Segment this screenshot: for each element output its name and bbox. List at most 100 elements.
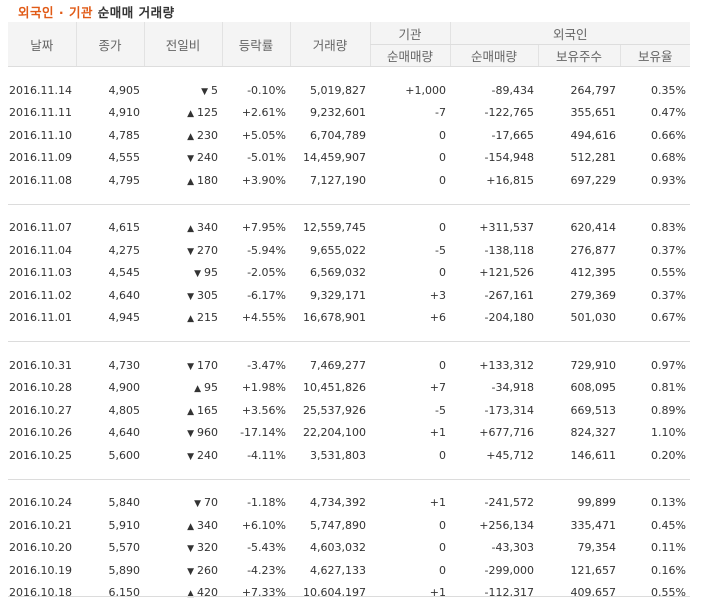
row-inst-net: +7 (370, 377, 450, 400)
row-volume: 7,127,190 (290, 169, 370, 192)
row-foreign-ratio: 0.66% (620, 124, 690, 147)
row-inst-net: 0 (370, 354, 450, 377)
row-change: ▼240 (144, 147, 222, 170)
row-inst-net: -5 (370, 239, 450, 262)
row-rate: -5.01% (222, 147, 290, 170)
row-change: ▲180 (144, 169, 222, 192)
row-foreign-hold: 512,281 (538, 147, 620, 170)
table-row: 2016.10.186,150▲420+7.33%10,604,197+1-11… (8, 582, 690, 605)
row-change: ▲95 (144, 377, 222, 400)
row-change: ▼960 (144, 422, 222, 445)
row-foreign-net: +16,815 (450, 169, 538, 192)
row-inst-net: 0 (370, 514, 450, 537)
row-change-value: 215 (197, 311, 218, 324)
row-close: 5,890 (76, 559, 144, 582)
row-foreign-net: -138,118 (450, 239, 538, 262)
row-change-value: 95 (204, 381, 218, 394)
header-foreign-hold: 보유주수 (538, 45, 620, 67)
row-volume: 25,537,926 (290, 399, 370, 422)
row-change-value: 305 (197, 289, 218, 302)
row-inst-net: 0 (370, 124, 450, 147)
row-foreign-ratio: 0.45% (620, 514, 690, 537)
header-inst-net: 순매매량 (370, 45, 450, 67)
row-foreign-net: +133,312 (450, 354, 538, 377)
row-volume: 4,734,392 (290, 492, 370, 515)
row-rate: -4.11% (222, 444, 290, 467)
table-row: 2016.11.144,905▼5-0.10%5,019,827+1,000-8… (8, 79, 690, 102)
row-date: 2016.11.09 (8, 147, 76, 170)
table-row: 2016.10.195,890▼260-4.23%4,627,1330-299,… (8, 559, 690, 582)
row-change: ▼70 (144, 492, 222, 515)
row-change: ▲340 (144, 217, 222, 240)
row-close: 4,275 (76, 239, 144, 262)
row-close: 4,900 (76, 377, 144, 400)
row-change-value: 320 (197, 541, 218, 554)
arrow-down-icon: ▼ (187, 247, 194, 257)
row-rate: -2.05% (222, 262, 290, 285)
header-rate: 등락률 (222, 22, 290, 67)
row-change-value: 340 (197, 221, 218, 234)
row-close: 4,795 (76, 169, 144, 192)
group-spacer (8, 67, 690, 80)
row-foreign-net: -43,303 (450, 537, 538, 560)
row-foreign-net: -122,765 (450, 102, 538, 125)
row-volume: 10,451,826 (290, 377, 370, 400)
row-date: 2016.11.10 (8, 124, 76, 147)
row-foreign-hold: 697,229 (538, 169, 620, 192)
row-inst-net: 0 (370, 537, 450, 560)
row-date: 2016.10.19 (8, 559, 76, 582)
row-inst-net: +1 (370, 582, 450, 605)
row-date: 2016.10.26 (8, 422, 76, 445)
row-foreign-ratio: 0.83% (620, 217, 690, 240)
row-foreign-hold: 729,910 (538, 354, 620, 377)
row-foreign-net: -204,180 (450, 307, 538, 330)
arrow-up-icon: ▲ (187, 407, 194, 417)
row-rate: -5.94% (222, 239, 290, 262)
arrow-up-icon: ▲ (187, 589, 194, 599)
row-rate: -17.14% (222, 422, 290, 445)
row-change: ▼95 (144, 262, 222, 285)
row-rate: +7.95% (222, 217, 290, 240)
row-volume: 22,204,100 (290, 422, 370, 445)
section-title: 외국인 · 기관 순매매 거래량 (18, 2, 175, 21)
header-date: 날짜 (8, 22, 76, 67)
row-change-value: 240 (197, 151, 218, 164)
row-change-value: 960 (197, 426, 218, 439)
table-row: 2016.11.084,795▲180+3.90%7,127,1900+16,8… (8, 169, 690, 192)
row-foreign-ratio: 0.93% (620, 169, 690, 192)
row-foreign-ratio: 0.47% (620, 102, 690, 125)
row-volume: 5,747,890 (290, 514, 370, 537)
row-foreign-ratio: 0.35% (620, 79, 690, 102)
row-volume: 9,232,601 (290, 102, 370, 125)
arrow-down-icon: ▼ (187, 429, 194, 439)
row-inst-net: 0 (370, 444, 450, 467)
row-change: ▲125 (144, 102, 222, 125)
row-foreign-net: -173,314 (450, 399, 538, 422)
group-spacer (8, 604, 690, 616)
group-spacer (8, 329, 690, 342)
row-volume: 6,704,789 (290, 124, 370, 147)
row-foreign-ratio: 0.68% (620, 147, 690, 170)
row-volume: 16,678,901 (290, 307, 370, 330)
row-change-value: 420 (197, 586, 218, 599)
row-foreign-ratio: 0.55% (620, 262, 690, 285)
row-foreign-hold: 412,395 (538, 262, 620, 285)
row-volume: 4,627,133 (290, 559, 370, 582)
row-rate: +7.33% (222, 582, 290, 605)
arrow-down-icon: ▼ (187, 154, 194, 164)
title-rest: 순매매 거래량 (93, 5, 175, 20)
row-volume: 5,019,827 (290, 79, 370, 102)
row-change: ▲215 (144, 307, 222, 330)
row-change: ▲165 (144, 399, 222, 422)
row-foreign-net: +45,712 (450, 444, 538, 467)
row-rate: -4.23% (222, 559, 290, 582)
row-close: 4,640 (76, 284, 144, 307)
row-change: ▲340 (144, 514, 222, 537)
group-spacer (8, 192, 690, 205)
table-row: 2016.10.284,900▲95+1.98%10,451,826+7-34,… (8, 377, 690, 400)
row-foreign-ratio: 0.11% (620, 537, 690, 560)
row-date: 2016.10.18 (8, 582, 76, 605)
row-foreign-ratio: 0.20% (620, 444, 690, 467)
row-rate: -3.47% (222, 354, 290, 377)
row-foreign-ratio: 0.16% (620, 559, 690, 582)
